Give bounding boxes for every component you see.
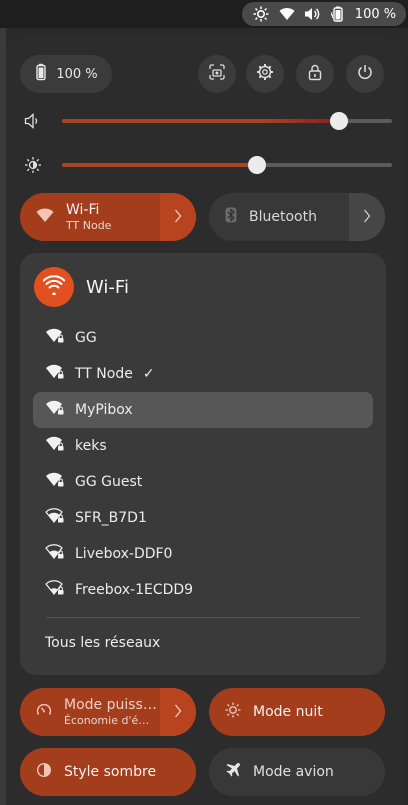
bluetooth-menu-arrow[interactable] (349, 193, 385, 241)
network-item[interactable]: SFR_B7D1 (33, 500, 373, 536)
dark-style-icon (36, 762, 52, 782)
system-status-area[interactable]: 100 % (242, 2, 406, 26)
volume-icon (24, 112, 42, 130)
network-item[interactable]: keks (33, 428, 373, 464)
volume-slider-row (20, 108, 392, 134)
brightness-slider[interactable] (62, 156, 392, 174)
wifi-weak-secure-icon (45, 544, 65, 564)
wifi-menu-header: Wi-Fi (34, 267, 129, 307)
volume-slider-handle[interactable] (330, 112, 349, 130)
power-button[interactable] (346, 55, 384, 93)
wifi-secure-icon (45, 364, 65, 384)
wifi-menu-arrow[interactable] (160, 193, 196, 241)
wifi-badge (34, 267, 74, 307)
all-networks-link[interactable]: Tous les réseaux (45, 635, 160, 651)
network-item[interactable]: GG Guest (33, 464, 373, 500)
battery-pill[interactable]: 100 % (20, 55, 112, 93)
bluetooth-icon (225, 207, 237, 227)
battery-icon (329, 5, 347, 23)
brightness-icon (24, 156, 42, 174)
network-item[interactable]: Freebox-1ECDD9 (33, 572, 373, 608)
dark-style-toggle-main[interactable]: Style sombre (20, 748, 196, 796)
network-item[interactable]: TT Node ✓ (33, 356, 373, 392)
brightness-slider-row (20, 152, 392, 178)
network-item[interactable]: GG (33, 320, 373, 356)
power-mode-menu-arrow[interactable] (160, 688, 196, 736)
wifi-weak-secure-icon (45, 580, 65, 600)
top-bar: 100 % (0, 0, 408, 28)
power-mode-toggle[interactable]: Mode puiss… Économie d'é… (20, 688, 196, 736)
power-mode-label: Mode puiss… (64, 697, 157, 713)
network-item[interactable]: MyPibox (33, 392, 373, 428)
airplane-mode-toggle-main[interactable]: Mode avion (209, 748, 385, 796)
night-light-icon (252, 5, 270, 23)
airplane-mode-toggle[interactable]: Mode avion (209, 748, 385, 796)
network-item[interactable]: Livebox-DDF0 (33, 536, 373, 572)
wifi-toggle-label: Wi-Fi (66, 202, 100, 218)
lock-screen-button[interactable] (296, 55, 334, 93)
night-mode-toggle-main[interactable]: Mode nuit (209, 688, 385, 736)
network-list: GG TT Node ✓ MyPibox keks GG Guest SFR_B… (33, 320, 373, 608)
bluetooth-toggle[interactable]: Bluetooth (209, 193, 385, 241)
power-mode-subtitle: Économie d'é… (64, 714, 150, 727)
wifi-icon (36, 207, 54, 227)
airplane-icon (225, 762, 241, 782)
chevron-right-icon (174, 208, 182, 227)
gear-icon (256, 63, 274, 85)
battery-icon (34, 63, 48, 85)
volume-icon (303, 5, 321, 23)
wifi-menu-title: Wi-Fi (86, 276, 129, 298)
screenshot-icon (208, 63, 226, 85)
power-mode-toggle-main[interactable]: Mode puiss… Économie d'é… (20, 688, 160, 736)
power-icon (356, 63, 374, 85)
settings-button[interactable] (246, 55, 284, 93)
menu-separator (46, 617, 360, 618)
wifi-secure-icon (45, 436, 65, 456)
network-name: GG (75, 330, 97, 346)
night-light-icon (225, 702, 241, 722)
volume-slider[interactable] (62, 112, 392, 130)
wifi-secure-icon (45, 400, 65, 420)
volume-fill (62, 119, 340, 123)
quick-settings-panel: 100 % Wi-Fi TT Node Bluetooth Wi-Fi GG T… (6, 37, 402, 805)
network-name: MyPibox (75, 402, 133, 418)
wifi-toggle[interactable]: Wi-Fi TT Node (20, 193, 196, 241)
airplane-mode-label: Mode avion (253, 763, 334, 780)
power-saver-icon (36, 702, 52, 722)
wifi-menu: Wi-Fi GG TT Node ✓ MyPibox keks GG Guest… (20, 253, 386, 675)
bluetooth-toggle-label: Bluetooth (249, 208, 317, 225)
checkmark-icon: ✓ (142, 366, 155, 382)
dark-style-toggle[interactable]: Style sombre (20, 748, 196, 796)
brightness-fill (62, 163, 257, 167)
chevron-right-icon (174, 703, 182, 722)
wifi-icon (42, 275, 66, 299)
wifi-toggle-main[interactable]: Wi-Fi TT Node (20, 193, 160, 241)
lock-icon (307, 63, 323, 85)
night-mode-label: Mode nuit (253, 703, 323, 720)
battery-percent: 100 % (56, 66, 98, 82)
chevron-right-icon (363, 208, 371, 227)
network-name: GG Guest (75, 474, 143, 490)
network-name: TT Node (75, 366, 133, 382)
wifi-secure-icon (45, 472, 65, 492)
network-name: keks (75, 438, 107, 454)
battery-percent-label: 100 % (354, 6, 397, 22)
screenshot-button[interactable] (198, 55, 236, 93)
night-mode-toggle[interactable]: Mode nuit (209, 688, 385, 736)
wifi-secure-icon (45, 328, 65, 348)
network-name: SFR_B7D1 (75, 510, 147, 526)
bluetooth-toggle-main[interactable]: Bluetooth (209, 193, 349, 241)
wifi-weak-secure-icon (45, 508, 65, 528)
dark-style-label: Style sombre (64, 763, 157, 780)
network-name: Livebox-DDF0 (75, 546, 173, 562)
wifi-toggle-subtitle: TT Node (66, 219, 112, 232)
wifi-icon (278, 5, 296, 23)
brightness-slider-handle[interactable] (247, 156, 266, 174)
network-name: Freebox-1ECDD9 (75, 582, 194, 598)
